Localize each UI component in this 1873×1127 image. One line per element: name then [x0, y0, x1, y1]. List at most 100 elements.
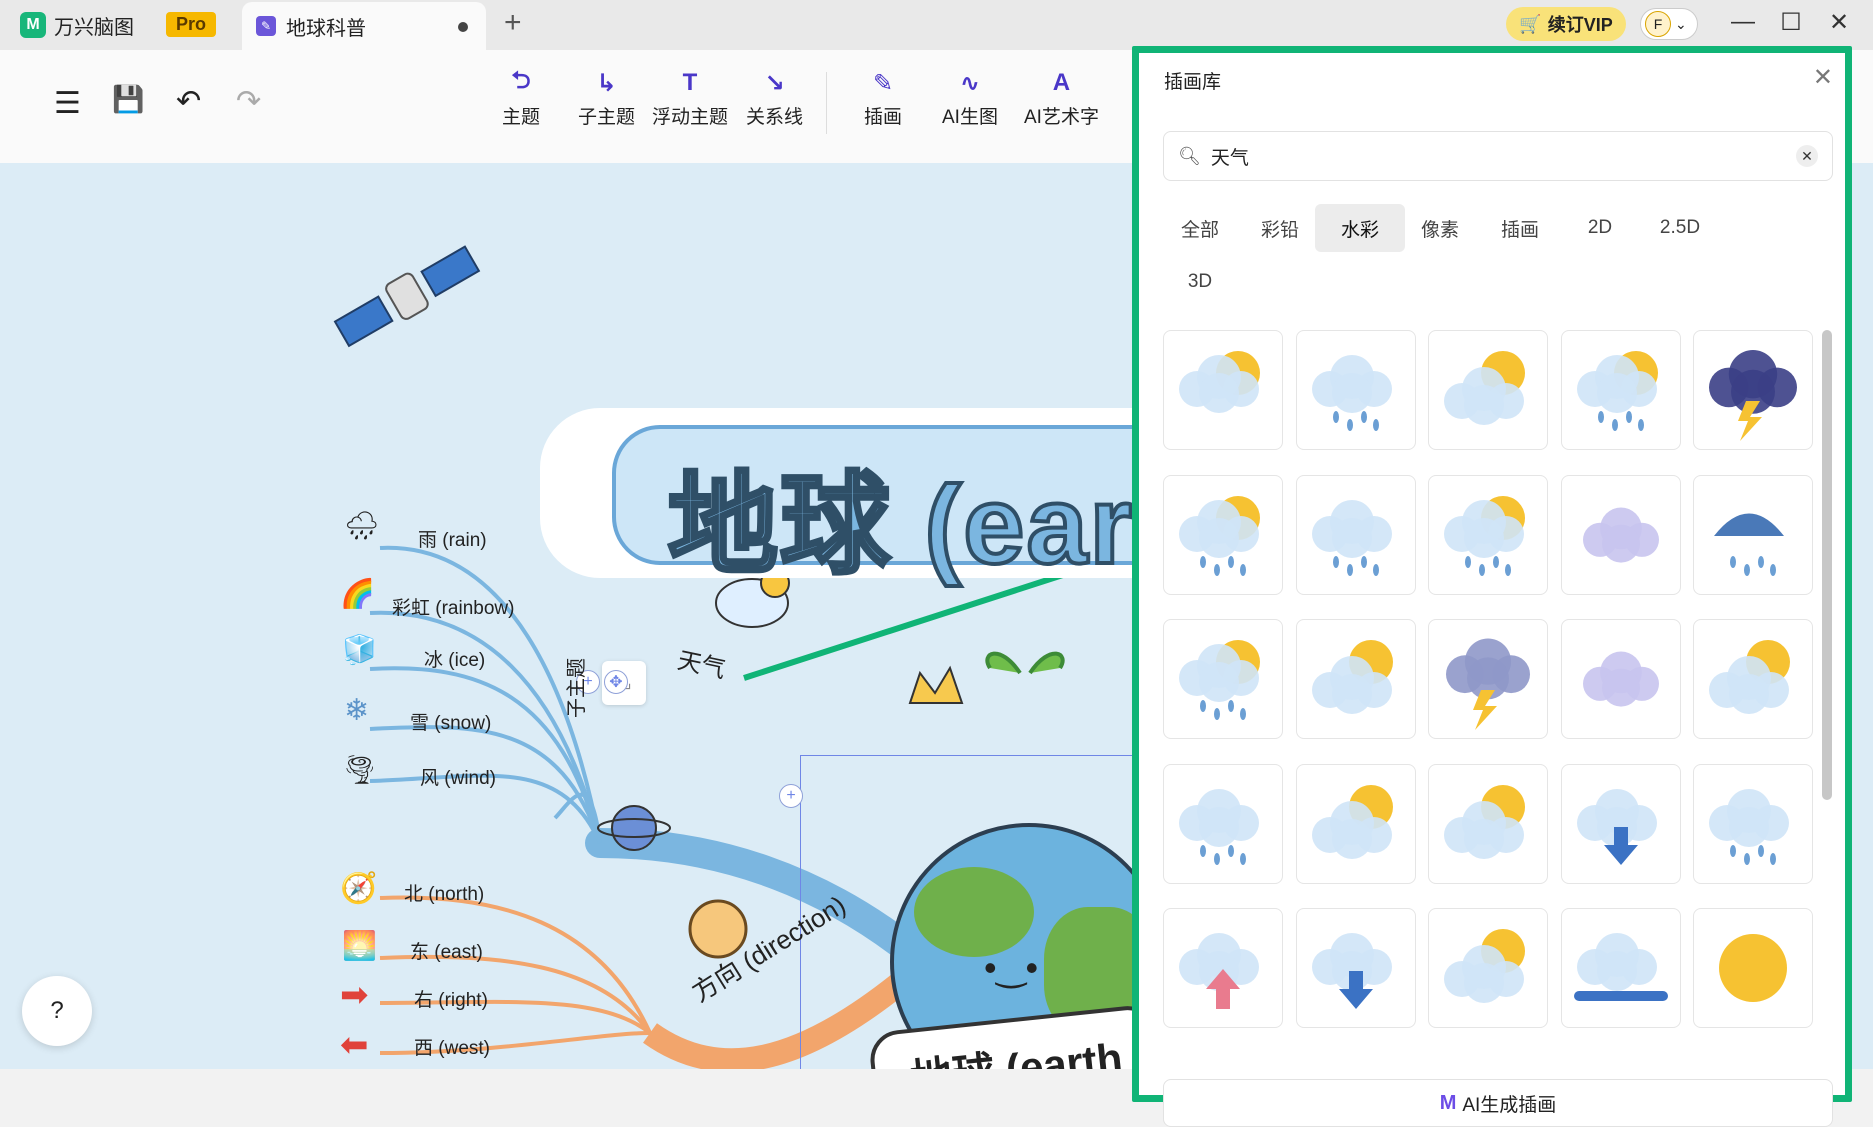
app-tab[interactable]: M 万兴脑图 — [20, 8, 134, 42]
direction-item-right[interactable]: 右 (right) — [414, 985, 488, 1012]
cart-icon: 🛒 — [1519, 13, 1542, 34]
document-tab-label: 地球科普 — [286, 17, 366, 40]
document-tab[interactable]: ✎ 地球科普 — [242, 2, 486, 50]
illustration-tile[interactable] — [1560, 619, 1681, 739]
subtopic-tool[interactable]: ↳ 子主题 — [578, 68, 635, 129]
illustration-tile[interactable] — [1163, 330, 1283, 450]
illustration-tool[interactable]: ✎ 插画 — [864, 68, 902, 129]
filter-3d[interactable]: 3D — [1155, 258, 1245, 306]
redo-icon[interactable]: ↷ — [236, 84, 261, 119]
illustration-tile[interactable] — [1163, 763, 1283, 884]
filter-colored-pencil[interactable]: 彩铅 — [1235, 204, 1325, 252]
illustration-tile[interactable] — [1428, 330, 1548, 450]
filter-2-5d[interactable]: 2.5D — [1635, 204, 1725, 252]
menu-icon[interactable]: ☰ — [54, 86, 81, 121]
minimize-button[interactable]: — — [1728, 8, 1758, 36]
undo-icon[interactable]: ↶ — [176, 84, 201, 119]
panel-title: 插画库 — [1164, 72, 1222, 93]
illustration-tile[interactable] — [1428, 908, 1548, 1028]
illustration-library-panel: 插画库 ✕ 🔍︎ ✕ 全部 彩铅 水彩 像素 插画 2D 2.5D 3D M A… — [1139, 53, 1845, 1127]
sun-cloud-icon — [1444, 351, 1525, 425]
ai-art-text-tool-label: AI艺术字 — [1024, 107, 1099, 128]
ai-image-tool[interactable]: ∿ AI生图 — [942, 68, 998, 129]
avatar-menu[interactable]: F ⌄ — [1640, 8, 1698, 40]
rain-icon: 🌧 — [344, 510, 380, 541]
filter-pixel[interactable]: 像素 — [1395, 204, 1485, 252]
direction-item-east[interactable]: 东 (east) — [410, 937, 483, 964]
title-bar: M 万兴脑图 Pro ✎ 地球科普 + 🛒 续订VIP F ⌄ — ☐ ✕ — [0, 0, 1873, 50]
ai-art-text-icon: A — [1052, 69, 1071, 96]
weather-item-ice[interactable]: 冰 (ice) — [424, 645, 485, 672]
illustration-tile[interactable] — [1295, 619, 1416, 739]
relation-line-tool[interactable]: ↘ 关系线 — [746, 68, 803, 129]
subtopic-tool-label: 子主题 — [578, 107, 636, 128]
vip-renew-button[interactable]: 🛒 续订VIP — [1506, 7, 1626, 41]
subtopic-label[interactable]: 子主题 — [560, 658, 589, 718]
ai-generate-label: AI生成插画 — [1462, 1094, 1557, 1116]
sun-rain-cloud-icon — [1444, 495, 1525, 576]
arrow-right-icon: ➡ — [340, 976, 369, 1014]
illustration-tile[interactable] — [1163, 908, 1283, 1028]
subtopic-icon: ↳ — [596, 69, 617, 97]
illustration-tile[interactable] — [1560, 330, 1681, 450]
sun-rain-cloud-icon — [1179, 640, 1260, 720]
search-input[interactable] — [1208, 144, 1788, 168]
illustration-tile[interactable] — [1163, 474, 1283, 595]
illustration-tile[interactable] — [1693, 619, 1813, 739]
illustration-tile[interactable] — [1693, 908, 1813, 1028]
help-button[interactable]: ? — [22, 976, 92, 1046]
upload-cloud-icon — [1179, 933, 1259, 1009]
arrow-left-icon: ⬅ — [340, 1026, 369, 1064]
illustration-tile[interactable] — [1560, 763, 1681, 884]
illustration-tile[interactable] — [1163, 619, 1283, 739]
illustration-tile[interactable] — [1693, 330, 1813, 450]
weather-item-snow[interactable]: 雪 (snow) — [410, 708, 491, 735]
weather-item-rainbow[interactable]: 彩虹 (rainbow) — [392, 593, 514, 620]
illustration-tile[interactable] — [1428, 619, 1548, 739]
document-icon: ✎ — [256, 16, 276, 36]
illustration-tile[interactable] — [1560, 908, 1681, 1028]
topic-icon: ⮌ — [511, 66, 531, 94]
ai-art-text-tool[interactable]: A AI艺术字 — [1024, 68, 1099, 129]
topic-tool[interactable]: ⮌ 主题 — [502, 66, 541, 129]
thunderstorm-cloud-icon — [1709, 350, 1797, 441]
close-icon[interactable]: ✕ — [1813, 63, 1833, 92]
save-icon[interactable]: 💾 — [112, 84, 144, 115]
topic-tool-label: 主题 — [502, 107, 541, 128]
weather-item-rain[interactable]: 雨 (rain) — [418, 525, 487, 552]
illustration-tile[interactable] — [1560, 474, 1681, 595]
floating-topic-tool[interactable]: T 浮动主题 — [652, 68, 728, 129]
filter-2d[interactable]: 2D — [1555, 204, 1645, 252]
avatar: F — [1645, 11, 1671, 37]
sun-cloud-icon — [1444, 929, 1525, 1003]
move-icon[interactable]: ✥ — [604, 670, 628, 694]
maximize-button[interactable]: ☐ — [1776, 8, 1806, 37]
new-tab-button[interactable]: + — [504, 6, 522, 40]
search-box[interactable]: 🔍︎ ✕ — [1163, 131, 1833, 181]
illustration-tile[interactable] — [1428, 474, 1548, 595]
direction-item-west[interactable]: 西 (west) — [414, 1033, 490, 1060]
illustration-tile[interactable] — [1295, 908, 1416, 1028]
illustration-tile[interactable] — [1428, 763, 1548, 884]
clear-search-icon[interactable]: ✕ — [1796, 145, 1818, 167]
filter-watercolor[interactable]: 水彩 — [1315, 204, 1405, 252]
close-window-button[interactable]: ✕ — [1824, 8, 1854, 37]
illustration-tile[interactable] — [1693, 474, 1813, 595]
tornado-icon: 🌪 — [342, 754, 378, 785]
illustration-tile[interactable] — [1693, 763, 1813, 884]
filter-illustration[interactable]: 插画 — [1475, 204, 1565, 252]
pro-badge[interactable]: Pro — [166, 12, 217, 37]
compass-icon: 🧭 — [340, 872, 378, 905]
illustration-tile[interactable] — [1295, 330, 1416, 450]
unsaved-dot-icon[interactable] — [458, 22, 468, 32]
filter-all[interactable]: 全部 — [1155, 204, 1245, 252]
direction-item-north[interactable]: 北 (north) — [404, 879, 484, 906]
illustration-tile[interactable] — [1295, 763, 1416, 884]
panel-scrollbar[interactable] — [1822, 330, 1832, 800]
illustration-tile[interactable] — [1295, 474, 1416, 595]
add-topic-icon[interactable]: + — [779, 784, 803, 808]
snowflake-icon: ❄ — [344, 694, 370, 727]
weather-item-wind[interactable]: 风 (wind) — [420, 763, 496, 790]
ai-generate-illustration-button[interactable]: M AI生成插画 — [1163, 1079, 1833, 1127]
rain-cloud-icon — [1311, 499, 1392, 576]
